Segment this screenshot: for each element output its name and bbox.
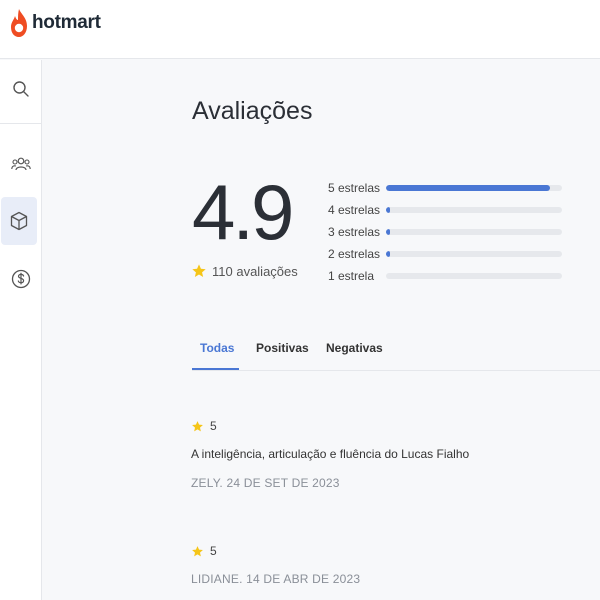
review-rating: 5 <box>191 419 469 433</box>
review-rating-value: 5 <box>210 544 217 558</box>
sidebar-divider <box>0 123 42 124</box>
distribution-row-2: 2 estrelas <box>328 243 563 265</box>
rating-count-label: 110 avaliações <box>212 263 298 279</box>
distribution-label: 5 estrelas <box>328 181 381 195</box>
users-icon <box>11 157 31 171</box>
distribution-label: 3 estrelas <box>328 225 381 239</box>
tab-todas[interactable]: Todas <box>200 341 234 371</box>
brand-name: hotmart <box>32 12 101 33</box>
distribution-row-4: 4 estrelas <box>328 199 563 221</box>
distribution-bar-fill <box>386 185 550 191</box>
flame-icon <box>11 9 27 37</box>
distribution-bar-track <box>386 207 562 213</box>
tab-positivas[interactable]: Positivas <box>256 341 309 371</box>
review-item: 5 A inteligência, articulação e fluência… <box>191 419 469 490</box>
distribution-bar-fill <box>386 229 390 235</box>
dollar-icon <box>11 269 31 289</box>
sidebar-item-search[interactable] <box>0 64 42 114</box>
sidebar-item-products[interactable] <box>1 197 37 245</box>
distribution-bar-track <box>386 229 562 235</box>
distribution-bar-track <box>386 185 562 191</box>
distribution-label: 4 estrelas <box>328 203 381 217</box>
top-bar: hotmart <box>0 0 600 59</box>
box-icon <box>10 211 28 231</box>
review-item: 5 LIDIANE. 14 DE ABR DE 2023 <box>191 544 360 586</box>
tab-negativas[interactable]: Negativas <box>326 341 383 371</box>
rating-distribution: 5 estrelas 4 estrelas 3 estrelas 2 estre… <box>328 177 563 287</box>
review-author-date: ZELY. 24 DE SET DE 2023 <box>191 476 340 490</box>
review-filter-tabs: Todas Positivas Negativas <box>192 332 600 371</box>
review-author-date: LIDIANE. 14 DE ABR DE 2023 <box>191 572 361 586</box>
star-icon <box>192 545 203 556</box>
main-content: Avaliações 4.9 110 avaliações 5 estrelas… <box>42 60 600 600</box>
review-text: A inteligência, articulação e fluência d… <box>191 447 470 461</box>
distribution-bar-fill <box>386 207 390 213</box>
distribution-label: 1 estrela <box>328 269 375 283</box>
distribution-row-5: 5 estrelas <box>328 177 563 199</box>
review-rating-value: 5 <box>210 419 217 433</box>
sidebar-item-users[interactable] <box>0 139 42 189</box>
search-icon <box>13 81 29 97</box>
review-rating: 5 <box>191 544 360 558</box>
distribution-label: 2 estrelas <box>328 247 381 261</box>
tab-label: Negativas <box>326 341 383 355</box>
star-icon <box>192 264 206 277</box>
distribution-bar-track <box>386 273 562 279</box>
tab-label: Positivas <box>256 341 309 355</box>
tab-label: Todas <box>200 341 235 355</box>
distribution-row-3: 3 estrelas <box>328 221 563 243</box>
sidebar-item-finance[interactable] <box>0 254 42 304</box>
distribution-row-1: 1 estrela <box>328 265 563 287</box>
active-tab-indicator <box>192 368 239 370</box>
rating-count: 110 avaliações <box>191 263 298 279</box>
star-icon <box>192 420 203 431</box>
hotmart-logo[interactable]: hotmart <box>9 8 101 38</box>
average-score: 4.9 <box>192 168 294 256</box>
distribution-bar-track <box>386 251 562 257</box>
distribution-bar-fill <box>386 251 390 257</box>
sidebar <box>0 60 42 600</box>
page-title: Avaliações <box>192 97 313 125</box>
